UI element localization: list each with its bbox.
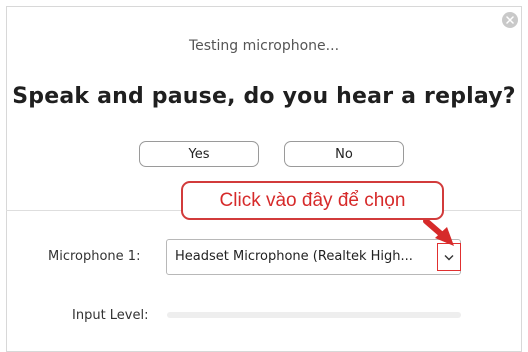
annotation-callout: Click vào đây để chọn [181, 181, 444, 220]
input-level-meter [167, 312, 461, 318]
dropdown-toggle[interactable] [437, 243, 461, 271]
microphone-test-dialog [6, 6, 522, 352]
status-text: Testing microphone... [188, 38, 340, 54]
input-level-label: Input Level: [72, 308, 149, 323]
yes-button[interactable]: Yes [139, 141, 259, 167]
chevron-down-icon [444, 254, 454, 260]
no-button[interactable]: No [284, 141, 404, 167]
close-icon-glyph [506, 16, 514, 24]
dialog-question: Speak and pause, do you hear a replay? [12, 84, 516, 109]
close-icon[interactable] [502, 12, 518, 28]
microphone-dropdown[interactable]: Headset Microphone (Realtek High... [166, 239, 461, 275]
microphone-selected-value: Headset Microphone (Realtek High... [175, 249, 413, 264]
microphone-label: Microphone 1: [48, 249, 141, 264]
